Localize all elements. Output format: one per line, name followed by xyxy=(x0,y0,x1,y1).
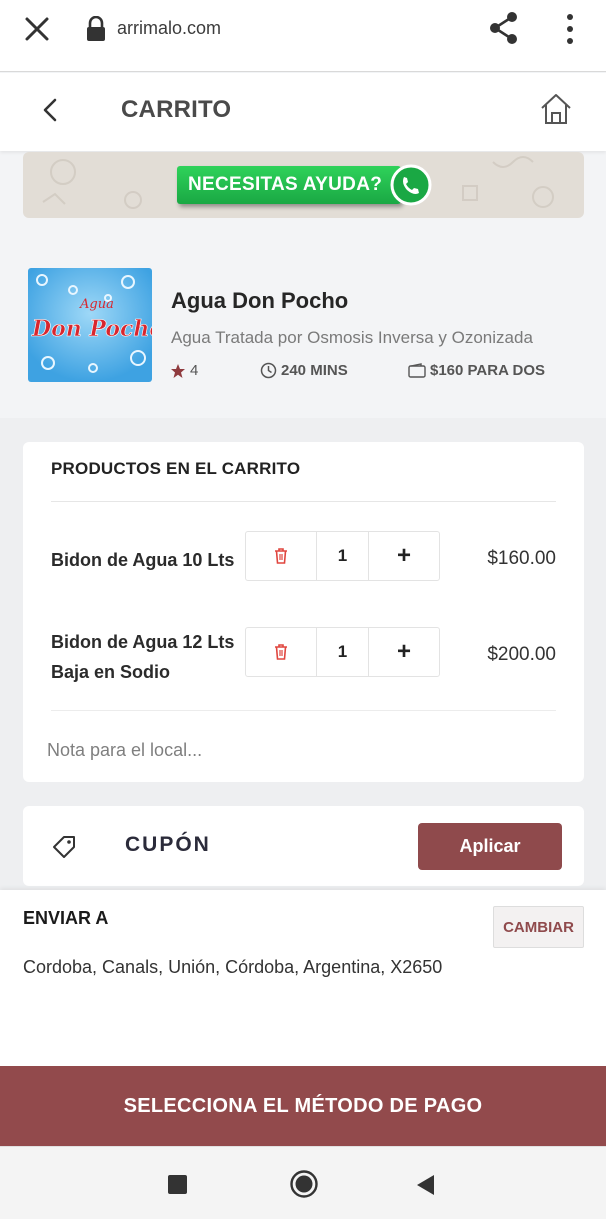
more-options-icon[interactable] xyxy=(560,12,580,46)
cart-card: PRODUCTOS EN EL CARRITO Bidon de Agua 10… xyxy=(23,442,584,782)
apply-coupon-button[interactable]: Aplicar xyxy=(418,823,562,870)
increase-quantity-button[interactable]: + xyxy=(369,628,439,676)
select-payment-method-button[interactable]: SELECCIONA EL MÉTODO DE PAGO xyxy=(0,1066,606,1146)
system-navigation-bar xyxy=(0,1146,606,1219)
whatsapp-icon[interactable] xyxy=(390,164,432,206)
rating-value: 4 xyxy=(190,362,199,379)
store-description: Agua Tratada por Osmosis Inversa y Ozoni… xyxy=(171,328,533,347)
item-name-line1: Bidon de Agua 12 Lts xyxy=(51,632,235,652)
item-name-line2: Baja en Sodio xyxy=(51,662,171,682)
store-rating: 4 xyxy=(170,362,198,379)
app-header: CARRITO xyxy=(0,73,606,151)
store-info: Agua Don Pocho Agua Don Pocho Agua Trata… xyxy=(0,246,606,418)
change-address-button[interactable]: CAMBIAR xyxy=(493,906,584,948)
store-delivery-time: 240 MINS xyxy=(260,362,348,379)
share-icon[interactable] xyxy=(486,10,522,46)
back-arrow-icon[interactable] xyxy=(38,95,64,125)
tag-icon xyxy=(53,836,75,858)
trash-icon xyxy=(275,548,287,564)
delete-item-button[interactable] xyxy=(246,628,317,676)
price-value: $160 PARA DOS xyxy=(430,362,546,379)
home-icon[interactable] xyxy=(538,91,574,127)
trash-icon xyxy=(275,644,287,660)
shipping-address: Cordoba, Canals, Unión, Córdoba, Argenti… xyxy=(23,957,443,977)
coupon-card: CUPÓN Aplicar xyxy=(23,806,584,886)
recent-apps-icon[interactable] xyxy=(168,1175,187,1194)
divider xyxy=(51,710,556,711)
back-triangle-icon[interactable] xyxy=(414,1173,438,1197)
store-price-for-two: $160 PARA DOS xyxy=(408,362,545,379)
help-button[interactable]: NECESITAS AYUDA? xyxy=(177,166,401,204)
shipping-section: ENVIAR A CAMBIAR Cordoba, Canals, Unión,… xyxy=(0,890,606,1066)
coupon-label: CUPÓN xyxy=(125,833,211,856)
logo-text-top: Agua xyxy=(79,297,114,312)
quantity-value: 1 xyxy=(317,628,369,676)
delete-item-button[interactable] xyxy=(246,532,317,580)
ship-to-label: ENVIAR A xyxy=(23,908,109,928)
star-icon xyxy=(171,363,185,378)
store-logo: Agua Don Pocho xyxy=(28,268,152,382)
time-value: 240 MINS xyxy=(281,362,348,379)
home-circle-icon[interactable] xyxy=(289,1169,319,1199)
clock-icon xyxy=(260,362,277,379)
divider xyxy=(51,501,556,502)
logo-text-main: Don Pocho xyxy=(31,316,152,342)
wallet-icon xyxy=(408,363,426,378)
item-name: Bidon de Agua 10 Lts xyxy=(51,550,235,570)
store-note-input[interactable] xyxy=(35,732,565,768)
browser-toolbar: arrimalo.com xyxy=(0,0,606,72)
close-icon[interactable] xyxy=(22,14,52,44)
store-name: Agua Don Pocho xyxy=(171,288,349,313)
url-text[interactable]: arrimalo.com xyxy=(117,18,221,39)
lock-icon xyxy=(87,16,105,41)
quantity-stepper: 1 + xyxy=(245,531,440,581)
help-banner[interactable]: NECESITAS AYUDA? xyxy=(23,152,584,218)
cart-heading: PRODUCTOS EN EL CARRITO xyxy=(51,459,301,478)
quantity-value: 1 xyxy=(317,532,369,580)
quantity-stepper: 1 + xyxy=(245,627,440,677)
page-title: CARRITO xyxy=(121,96,232,123)
help-label: NECESITAS AYUDA? xyxy=(188,174,383,195)
item-price: $200.00 xyxy=(487,644,556,665)
increase-quantity-button[interactable]: + xyxy=(369,532,439,580)
item-price: $160.00 xyxy=(487,548,556,569)
